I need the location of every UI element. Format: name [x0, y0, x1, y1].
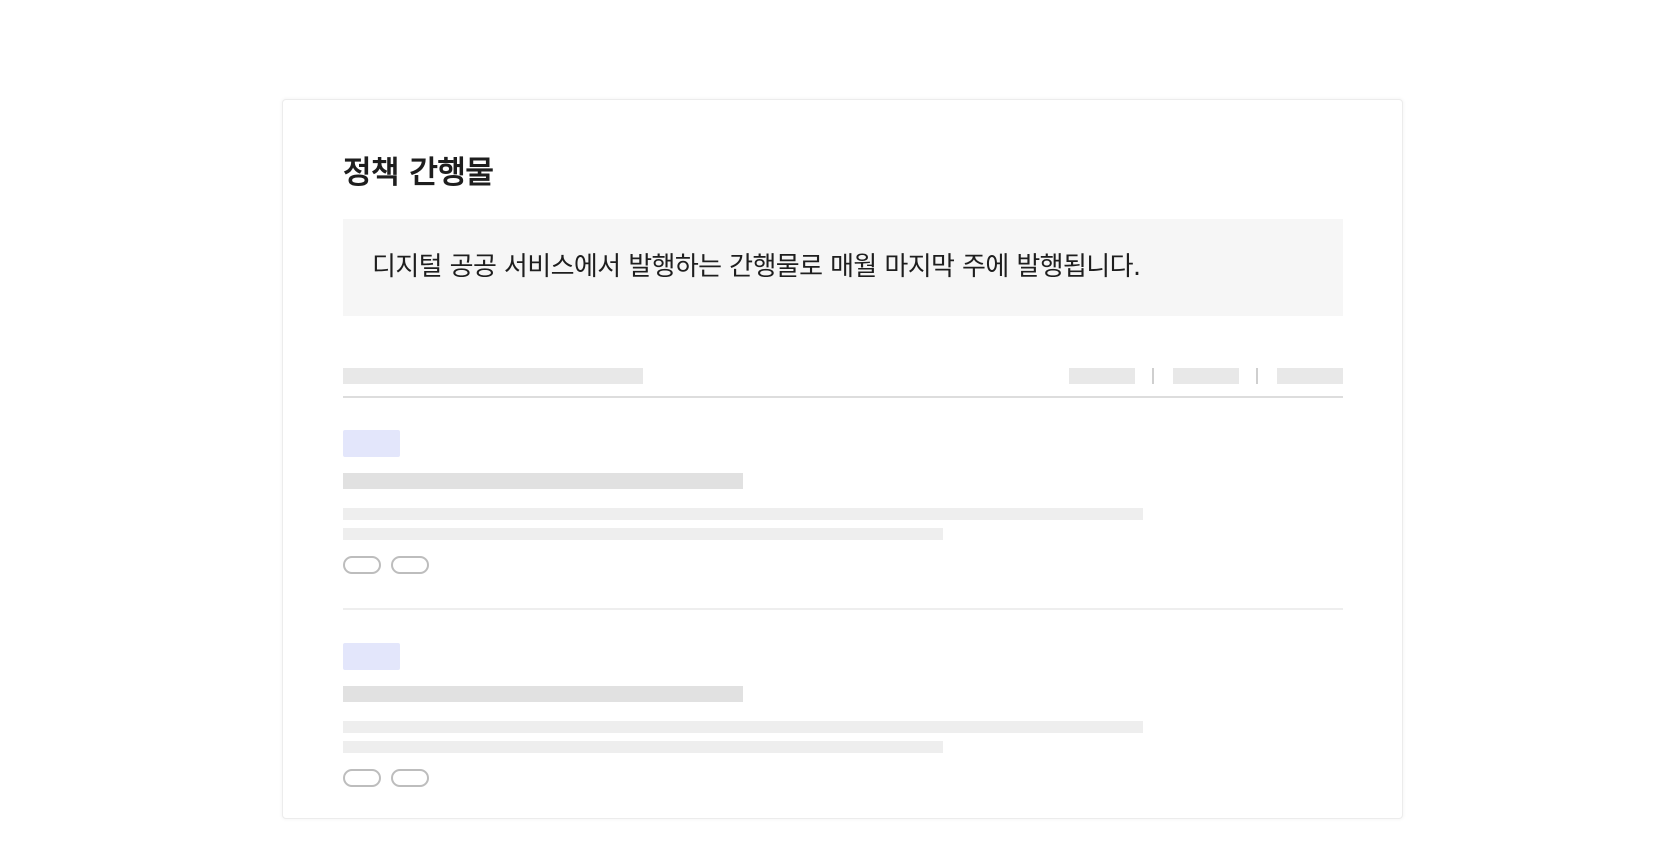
- tag-chip-skeleton: [343, 769, 381, 787]
- item-summary-skeleton: [343, 528, 943, 540]
- tag-chip-skeleton: [391, 556, 429, 574]
- publication-card: 정책 간행물 디지털 공공 서비스에서 발행하는 간행물로 매월 마지막 주에 …: [282, 99, 1403, 819]
- item-summary-skeleton: [343, 741, 943, 753]
- sort-option-skeleton: [1069, 368, 1135, 384]
- item-summary-skeleton: [343, 721, 1143, 733]
- tag-chip-skeleton: [391, 769, 429, 787]
- list-header-divider: [343, 396, 1343, 398]
- sort-option-skeleton: [1277, 368, 1343, 384]
- sort-divider: [1256, 368, 1258, 384]
- item-title-skeleton: [343, 473, 743, 489]
- item-summary-skeleton: [343, 508, 1143, 520]
- description-box: 디지털 공공 서비스에서 발행하는 간행물로 매월 마지막 주에 발행됩니다.: [343, 219, 1343, 316]
- category-badge-skeleton: [343, 430, 400, 457]
- description-text: 디지털 공공 서비스에서 발행하는 간행물로 매월 마지막 주에 발행됩니다.: [372, 252, 1141, 282]
- item-divider: [343, 608, 1343, 610]
- tag-chip-skeleton: [343, 556, 381, 574]
- sort-option-skeleton: [1173, 368, 1239, 384]
- page-title: 정책 간행물: [343, 155, 494, 191]
- item-title-skeleton: [343, 686, 743, 702]
- list-item-skeleton: [343, 643, 1343, 856]
- category-badge-skeleton: [343, 643, 400, 670]
- sort-divider: [1152, 368, 1154, 384]
- list-item-skeleton: [343, 430, 1343, 643]
- list-header-skeleton: [343, 368, 643, 384]
